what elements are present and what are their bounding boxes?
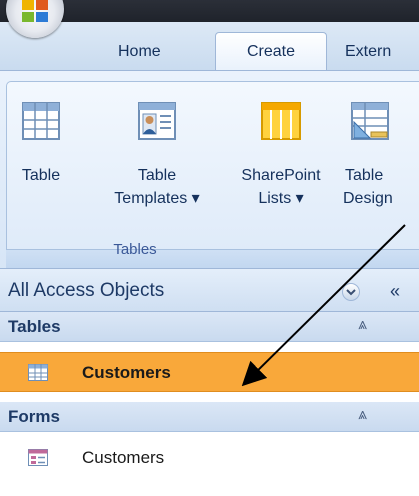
table-templates-label-line2: Templates ▾ <box>114 190 200 207</box>
table-templates-label-line1: Table <box>137 167 177 184</box>
nav-item-customers-form[interactable]: Customers <box>0 438 419 478</box>
table-button-label: Table <box>21 167 61 184</box>
navigation-pane-header[interactable]: All Access Objects « <box>0 268 419 312</box>
sharepoint-lists-icon <box>261 102 301 140</box>
tab-create[interactable]: Create <box>215 32 327 72</box>
section-header-tables[interactable]: Tables ⩓ <box>0 312 419 342</box>
form-icon <box>28 449 48 466</box>
table-templates-button[interactable]: Table Templates ▾ <box>107 82 207 217</box>
nav-item-label: Customers <box>82 363 171 382</box>
table-templates-icon <box>138 102 176 140</box>
table-design-label-line1: Table <box>345 167 384 184</box>
table-design-icon <box>351 102 389 140</box>
sharepoint-lists-button[interactable]: SharePoint Lists ▾ <box>225 82 337 217</box>
section-header-forms[interactable]: Forms ⩓ <box>0 402 419 432</box>
sharepoint-lists-label-line2: Lists ▾ <box>258 190 304 207</box>
nav-item-customers-table[interactable]: Customers <box>0 352 419 392</box>
collapse-pane-button[interactable]: « <box>380 277 410 305</box>
navigation-pane-title: All Access Objects <box>8 280 165 301</box>
section-title-forms: Forms <box>8 407 60 426</box>
tab-home[interactable]: Home <box>118 43 161 61</box>
chevron-down-icon[interactable] <box>342 283 360 301</box>
sharepoint-lists-label-line1: SharePoint <box>241 167 321 184</box>
tab-external-data[interactable]: Extern <box>345 43 391 61</box>
table-design-label-line2: Design <box>343 190 393 207</box>
tables-group-label: Tables <box>113 241 157 258</box>
table-icon <box>22 102 60 140</box>
office-logo-icon <box>22 0 48 22</box>
ribbon-tab-bar: Home Create Extern <box>0 22 419 72</box>
table-design-button[interactable]: Table Design <box>337 82 419 217</box>
chevron-up-icon[interactable]: ⩓ <box>358 316 367 334</box>
section-title-tables: Tables <box>8 317 61 336</box>
table-button[interactable]: Table <box>9 82 73 217</box>
chevron-up-icon[interactable]: ⩓ <box>358 406 367 424</box>
table-icon <box>28 364 48 381</box>
ribbon: Table Table Templates ▾ SharePoint Lists… <box>0 70 419 280</box>
nav-item-label: Customers <box>82 448 165 467</box>
